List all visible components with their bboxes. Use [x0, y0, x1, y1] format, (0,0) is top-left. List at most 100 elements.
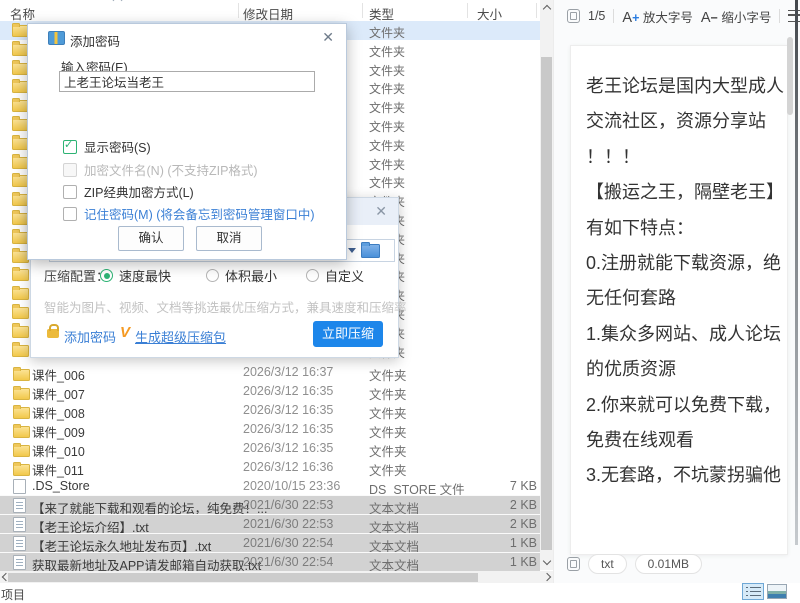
table-row[interactable]: 课件_011 2026/3/12 16:36 文件夹	[0, 457, 540, 476]
checkbox-row[interactable]: ✓ 显示密码(S)	[63, 137, 151, 156]
preview-text-line: 有如下特点：	[586, 211, 787, 246]
vertical-scrollbar-thumb[interactable]	[541, 57, 552, 550]
text-file-icon	[13, 555, 26, 570]
page-icon	[567, 557, 580, 571]
v-brand-icon: V	[120, 324, 130, 341]
preview-text-line: 免费在线观看	[586, 423, 787, 458]
thumbnail-view-button[interactable]	[767, 584, 787, 599]
file-icon-slot	[13, 365, 30, 380]
radio-icon[interactable]	[100, 269, 113, 282]
radio-option[interactable]: 体积最小	[206, 266, 277, 285]
super-package-link[interactable]: 生成超级压缩包	[135, 327, 226, 346]
folder-icon	[12, 288, 29, 300]
file-size: 1 KB	[455, 536, 537, 550]
folder-icon	[13, 369, 30, 381]
column-divider[interactable]	[362, 3, 363, 18]
file-type: 文件夹	[369, 156, 405, 173]
table-row[interactable]: 课件_007 2026/3/12 16:35 文件夹	[0, 381, 540, 400]
folder-icon	[12, 269, 29, 281]
file-date: 2021/6/30 22:53	[243, 517, 333, 531]
zoom-out-button[interactable]: A− 缩小字号	[701, 7, 771, 26]
text-preview-card: 老王论坛是国内大型成人交流社区，资源分享站！！！【搬运之王，隔壁老王】有如下特点…	[570, 45, 788, 555]
checkbox-icon[interactable]: ✓	[63, 185, 77, 199]
column-divider[interactable]	[238, 3, 239, 18]
table-row[interactable]: 课件_009 2026/3/12 16:35 文件夹	[0, 419, 540, 438]
table-row[interactable]: 获取最新地址及APP请发邮箱自动获取.txt 2021/6/30 22:54 文…	[0, 552, 540, 571]
radio-option[interactable]: 自定义	[306, 266, 364, 285]
folder-icon	[12, 326, 29, 338]
confirm-button[interactable]: 确认	[118, 226, 184, 251]
chevron-down-icon[interactable]	[348, 248, 356, 253]
close-icon[interactable]: ✕	[322, 29, 334, 46]
password-input[interactable]	[59, 71, 315, 92]
preview-text-line: 交流社区，资源分享站	[586, 104, 787, 139]
zoom-in-button[interactable]: A+ 放大字号	[622, 7, 692, 26]
table-row[interactable]: .DS_Store 2020/10/15 23:36 DS_STORE 文件 7…	[0, 476, 540, 495]
text-file-icon	[13, 498, 26, 513]
column-divider[interactable]	[536, 3, 537, 18]
file-name[interactable]: .DS_Store	[32, 479, 90, 493]
file-icon-slot	[13, 384, 30, 399]
file-date: 2021/6/30 22:53	[243, 498, 333, 512]
file-date: 2026/3/12 16:35	[243, 384, 333, 398]
horizontal-scrollbar[interactable]	[0, 571, 553, 583]
folder-icon	[13, 445, 30, 457]
radio-icon[interactable]	[306, 269, 319, 282]
checkbox-icon[interactable]: ✓	[63, 207, 77, 221]
preview-text-line: 2.你来就可以免费下载，	[586, 388, 787, 423]
page-icon[interactable]	[567, 9, 580, 23]
column-divider[interactable]	[467, 3, 468, 18]
file-date: 2026/3/12 16:35	[243, 441, 333, 455]
file-size: 7 KB	[455, 479, 537, 493]
file-type: 文件夹	[369, 174, 405, 191]
zoom-in-label: 放大字号	[643, 11, 693, 25]
checkbox-row[interactable]: ✓ ZIP经典加密方式(L)	[63, 182, 194, 201]
column-header-row: 名称 修改日期 类型 大小	[0, 0, 540, 22]
checkbox-row[interactable]: ✓ 记住密码(M) (将会备忘到密码管理窗口中)	[63, 204, 315, 223]
radio-option[interactable]: 速度最快	[100, 266, 171, 285]
file-type: 文件夹	[369, 137, 405, 154]
scroll-right-icon[interactable]	[543, 573, 551, 581]
radio-icon[interactable]	[206, 269, 219, 282]
preview-footer: txt 0.01MB	[567, 554, 702, 574]
browse-folder-icon[interactable]	[361, 244, 380, 258]
preview-text-line: ！！！	[586, 140, 787, 175]
file-icon-slot	[13, 460, 30, 475]
close-icon[interactable]: ✕	[375, 203, 387, 219]
toolbar-divider	[779, 9, 780, 23]
preview-text: 老王论坛是国内大型成人交流社区，资源分享站！！！【搬运之王，隔壁老王】有如下特点…	[571, 46, 787, 494]
scroll-down-icon[interactable]	[543, 557, 551, 565]
file-type: 文件夹	[369, 80, 405, 97]
vertical-scrollbar[interactable]	[540, 0, 553, 570]
folder-icon	[12, 307, 29, 319]
text-file-icon	[13, 517, 26, 532]
compress-now-button[interactable]: 立即压缩	[313, 321, 383, 347]
toolbar-divider	[613, 9, 614, 23]
file-icon-slot	[13, 441, 30, 456]
table-row[interactable]: 【老王论坛永久地址发布页】.txt 2021/6/30 22:54 文本文档 1…	[0, 533, 540, 552]
add-password-link[interactable]: 添加密码	[64, 327, 116, 346]
checkbox-row[interactable]: ✓ 加密文件名(N) (不支持ZIP格式)	[63, 160, 258, 179]
table-row[interactable]: 【来了就能下载和观看的论坛，纯免费！... 2021/6/30 22:53 文本…	[0, 495, 540, 514]
file-list: 课件_006 2026/3/12 16:37 文件夹 课件_007 2026/3…	[0, 362, 540, 571]
details-view-button[interactable]	[742, 583, 764, 600]
table-row[interactable]: 课件_008 2026/3/12 16:35 文件夹	[0, 400, 540, 419]
scroll-up-icon[interactable]	[543, 5, 551, 13]
horizontal-scrollbar-thumb[interactable]	[8, 573, 478, 582]
file-date: 2020/10/15 23:36	[243, 479, 340, 493]
folder-icon	[13, 464, 30, 476]
check-mark-icon: ✓	[64, 138, 73, 151]
cancel-button[interactable]: 取消	[196, 226, 262, 251]
preview-text-line: 无任何套路	[586, 281, 787, 316]
table-row[interactable]: 课件_010 2026/3/12 16:35 文件夹	[0, 438, 540, 457]
compress-hint-text: 智能为图片、视频、文档等挑选最优压缩方式，兼具速度和压缩率	[44, 297, 407, 316]
dialog-title: 添加密码	[70, 31, 120, 50]
file-type-badge: txt	[588, 554, 627, 574]
table-row[interactable]: 课件_006 2026/3/12 16:37 文件夹	[0, 362, 540, 381]
preview-text-line: 的优质资源	[586, 352, 787, 387]
checkbox-icon[interactable]: ✓	[63, 163, 77, 177]
radio-label: 速度最快	[119, 266, 171, 285]
table-row[interactable]: 【老王论坛介绍】.txt 2021/6/30 22:53 文本文档 2 KB	[0, 514, 540, 533]
checkbox-icon[interactable]: ✓	[63, 140, 77, 154]
preview-scrollbar-thumb[interactable]	[787, 37, 793, 115]
